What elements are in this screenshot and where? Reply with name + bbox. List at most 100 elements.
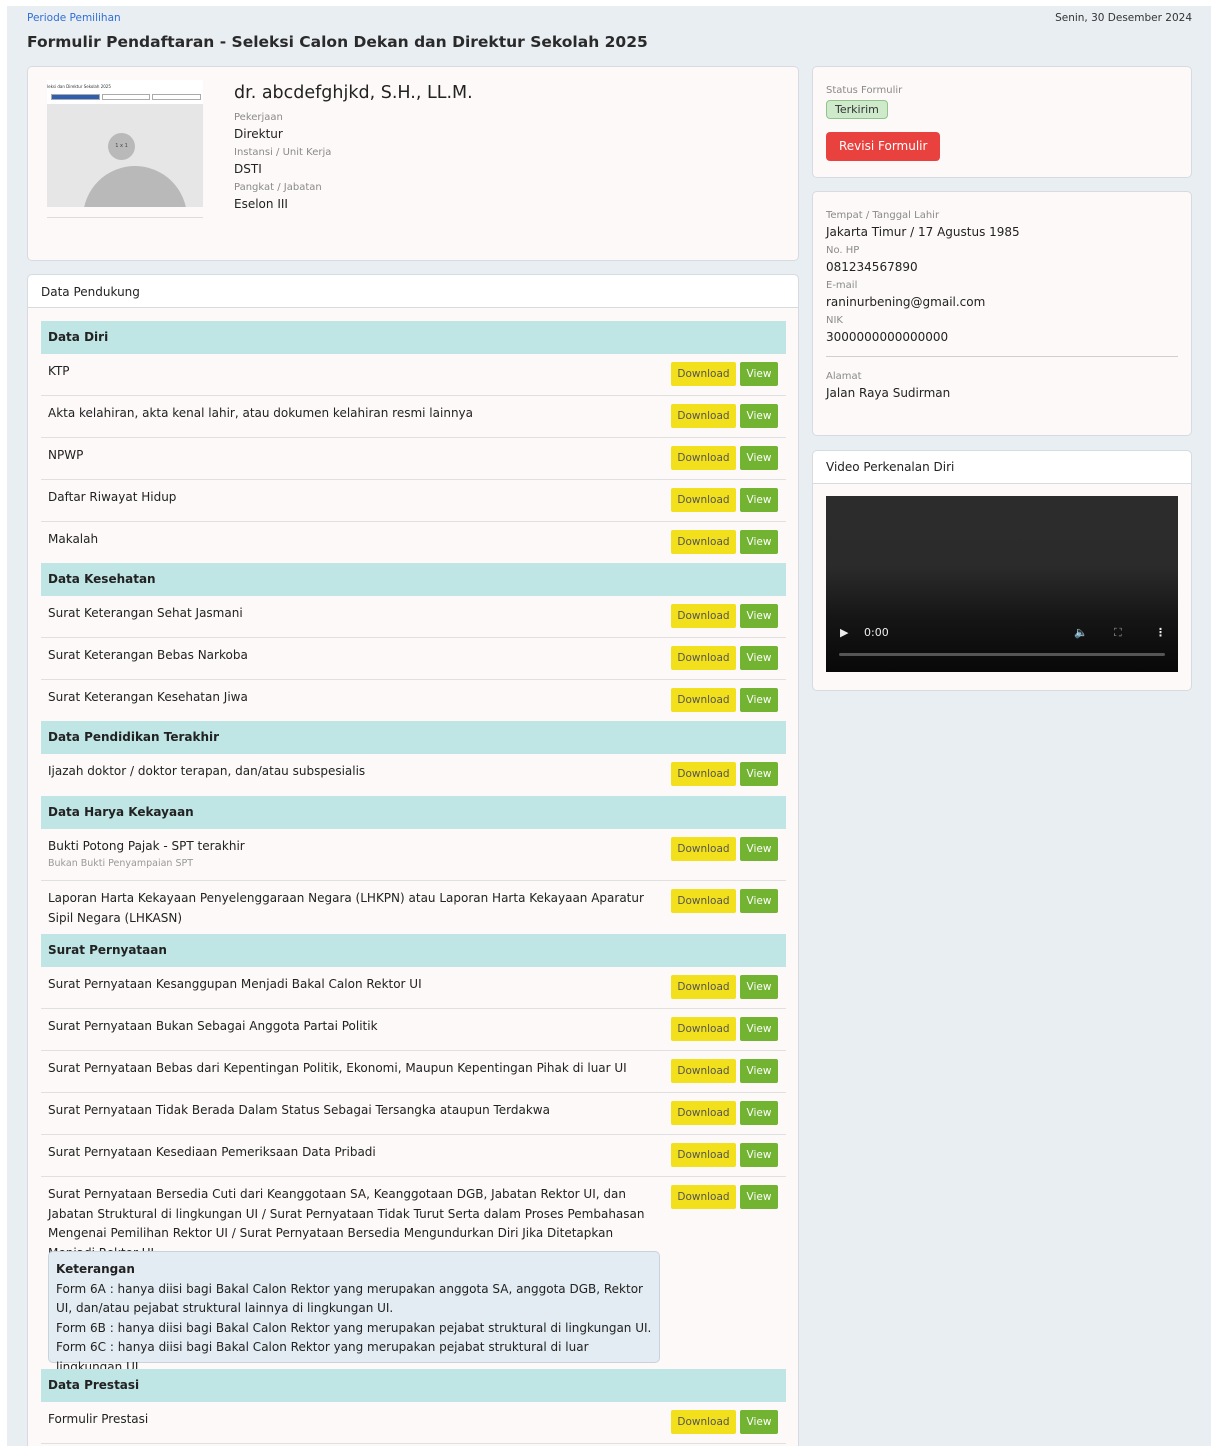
view-button[interactable]: View	[740, 446, 778, 470]
profile-card: leksi dan Direktur Sekolah 2025 1 x 1 dr…	[27, 66, 799, 261]
doc-subtitle: Bukan Bukti Penyampaian SPT	[48, 857, 194, 869]
download-button[interactable]: Download	[671, 446, 736, 470]
pekerjaan-value: Direktur	[234, 127, 283, 141]
download-button[interactable]: Download	[671, 762, 736, 786]
ttl-label: Tempat / Tanggal Lahir	[826, 210, 940, 221]
alamat-label: Alamat	[826, 371, 862, 382]
pekerjaan-label: Pekerjaan	[234, 112, 283, 123]
view-button[interactable]: View	[740, 404, 778, 428]
page-title: Formulir Pendaftaran - Seleksi Calon Dek…	[27, 33, 648, 51]
section-surat-pernyataan: Surat Pernyataan	[41, 934, 786, 967]
doc-label: Akta kelahiran, akta kenal lahir, atau d…	[48, 406, 473, 420]
section-data-diri: Data Diri	[41, 321, 786, 354]
doc-row-partai: Surat Pernyataan Bukan Sebagai Anggota P…	[41, 1009, 786, 1051]
note-line: Form 6B : hanya diisi bagi Bakal Calon R…	[56, 1320, 652, 1335]
view-button[interactable]: View	[740, 889, 778, 913]
download-button[interactable]: Download	[671, 404, 736, 428]
doc-label: Surat Keterangan Sehat Jasmani	[48, 606, 243, 620]
profile-photo: leksi dan Direktur Sekolah 2025 1 x 1	[47, 80, 203, 223]
revisi-formulir-button[interactable]: Revisi Formulir	[826, 132, 941, 161]
volume-icon[interactable]: 🔈	[1074, 626, 1088, 639]
doc-row-ijazah: Ijazah doktor / doktor terapan, dan/atau…	[41, 754, 786, 796]
video-player[interactable]: ▶ 0:00 🔈 ⛶ ⋮	[826, 496, 1178, 672]
doc-label: Surat Pernyataan Kesanggupan Menjadi Bak…	[48, 977, 422, 991]
doc-label: Surat Keterangan Kesehatan Jiwa	[48, 690, 248, 704]
download-button[interactable]: Download	[671, 688, 736, 712]
more-options-icon[interactable]: ⋮	[1155, 626, 1166, 639]
doc-row-akta: Akta kelahiran, akta kenal lahir, atau d…	[41, 396, 786, 438]
download-button[interactable]: Download	[671, 488, 736, 512]
doc-row-tersangka: Surat Pernyataan Tidak Berada Dalam Stat…	[41, 1093, 786, 1135]
doc-label: Bukti Potong Pajak - SPT terakhir Bukan …	[48, 837, 648, 871]
doc-row-ktp: KTP Download View	[41, 354, 786, 396]
photo-placeholder-head: 1 x 1	[108, 133, 135, 160]
play-icon[interactable]: ▶	[840, 626, 848, 639]
view-button[interactable]: View	[740, 762, 778, 786]
view-button[interactable]: View	[740, 488, 778, 512]
download-button[interactable]: Download	[671, 975, 736, 999]
current-date: Senin, 30 Desember 2024	[1055, 12, 1192, 24]
doc-label: Surat Pernyataan Kesediaan Pemeriksaan D…	[48, 1145, 376, 1159]
email-label: E-mail	[826, 280, 858, 291]
view-button[interactable]: View	[740, 604, 778, 628]
instansi-value: DSTI	[234, 162, 262, 176]
nik-label: NIK	[826, 315, 843, 326]
download-button[interactable]: Download	[671, 530, 736, 554]
view-button[interactable]: View	[740, 1143, 778, 1167]
download-button[interactable]: Download	[671, 646, 736, 670]
doc-label: NPWP	[48, 448, 84, 462]
download-button[interactable]: Download	[671, 1059, 736, 1083]
video-time: 0:00	[864, 626, 889, 639]
view-button[interactable]: View	[740, 1185, 778, 1209]
doc-row-spt: Bukti Potong Pajak - SPT terakhir Bukan …	[41, 829, 786, 881]
note-line: Form 6A : hanya diisi bagi Bakal Calon R…	[56, 1281, 643, 1316]
section-data-harta: Data Harya Kekayaan	[41, 796, 786, 829]
view-button[interactable]: View	[740, 1410, 778, 1434]
doc-row-pribadi: Surat Pernyataan Kesediaan Pemeriksaan D…	[41, 1135, 786, 1177]
view-button[interactable]: View	[740, 1059, 778, 1083]
doc-row-prestasi: Formulir Prestasi Download View	[41, 1402, 786, 1444]
doc-label: Surat Keterangan Bebas Narkoba	[48, 648, 248, 662]
download-button[interactable]: Download	[671, 1143, 736, 1167]
download-button[interactable]: Download	[671, 1185, 736, 1209]
fullscreen-icon[interactable]: ⛶	[1114, 626, 1122, 640]
doc-label: Makalah	[48, 532, 99, 546]
hp-value: 081234567890	[826, 260, 918, 274]
candidate-name: dr. abcdefghjkd, S.H., LL.M.	[234, 83, 473, 103]
view-button[interactable]: View	[740, 688, 778, 712]
video-title: Video Perkenalan Diri	[813, 451, 1191, 484]
section-data-pendidikan: Data Pendidikan Terakhir	[41, 721, 786, 754]
view-button[interactable]: View	[740, 1101, 778, 1125]
download-button[interactable]: Download	[671, 1017, 736, 1041]
doc-row-npwp: NPWP Download View	[41, 438, 786, 480]
download-button[interactable]: Download	[671, 604, 736, 628]
view-button[interactable]: View	[740, 837, 778, 861]
email-value: raninurbening@gmail.com	[826, 295, 986, 309]
download-button[interactable]: Download	[671, 362, 736, 386]
view-button[interactable]: View	[740, 1017, 778, 1041]
status-label: Status Formulir	[826, 85, 903, 96]
doc-label: Surat Pernyataan Tidak Berada Dalam Stat…	[48, 1103, 550, 1117]
status-badge: Terkirim	[826, 100, 888, 119]
download-button[interactable]: Download	[671, 1101, 736, 1125]
doc-label: KTP	[48, 364, 70, 378]
download-button[interactable]: Download	[671, 1410, 736, 1434]
status-card: Status Formulir Terkirim Revisi Formulir	[812, 66, 1192, 178]
download-button[interactable]: Download	[671, 837, 736, 861]
view-button[interactable]: View	[740, 530, 778, 554]
view-button[interactable]: View	[740, 646, 778, 670]
breadcrumb[interactable]: Periode Pemilihan	[27, 12, 121, 24]
view-button[interactable]: View	[740, 362, 778, 386]
keterangan-note: Keterangan Form 6A : hanya diisi bagi Ba…	[48, 1251, 660, 1374]
doc-label: Laporan Harta Kekayaan Penyelenggaraan N…	[48, 891, 644, 925]
note-title: Keterangan	[56, 1262, 135, 1276]
profile-info: dr. abcdefghjkd, S.H., LL.M. Pekerjaan D…	[234, 83, 473, 216]
download-button[interactable]: Download	[671, 889, 736, 913]
page: Periode Pemilihan Senin, 30 Desember 202…	[7, 6, 1211, 1446]
doc-row-kepentingan: Surat Pernyataan Bebas dari Kepentingan …	[41, 1051, 786, 1093]
view-button[interactable]: View	[740, 975, 778, 999]
video-progress-bar[interactable]	[839, 653, 1165, 656]
doc-label: Ijazah doktor / doktor terapan, dan/atau…	[48, 764, 366, 778]
personal-card: Tempat / Tanggal Lahir Jakarta Timur / 1…	[812, 191, 1192, 436]
section-data-prestasi: Data Prestasi	[41, 1369, 786, 1402]
